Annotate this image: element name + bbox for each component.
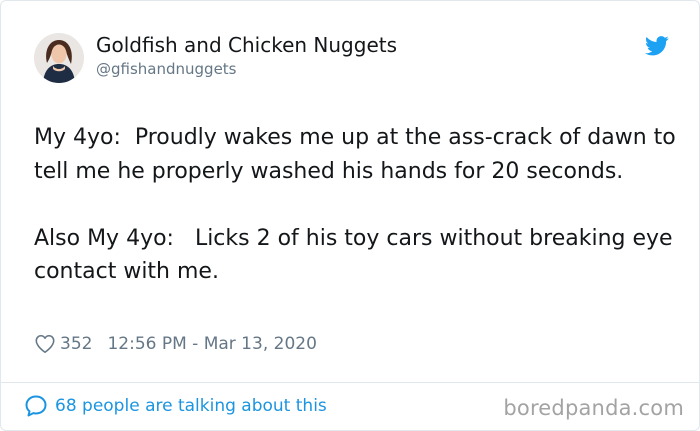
user-handle[interactable]: @gfishandnuggets [96, 60, 237, 78]
twitter-bird-icon[interactable] [645, 36, 669, 56]
heart-icon[interactable] [34, 333, 56, 355]
tweet-paragraph: My 4yo: Proudly wakes me up at the ass-c… [34, 125, 683, 184]
avatar[interactable] [34, 33, 84, 83]
timestamp[interactable]: 12:56 PM - Mar 13, 2020 [107, 334, 316, 354]
watermark: boredpanda.com [503, 396, 684, 420]
tweet-paragraph: Also My 4yo: Licks 2 of his toy cars wit… [34, 225, 680, 285]
conversation-link[interactable]: 68 people are talking about this [24, 394, 327, 418]
speech-bubble-icon [24, 394, 48, 418]
tweet-card: Goldfish and Chicken Nuggets @gfishandnu… [0, 0, 700, 431]
conversation-text[interactable]: 68 people are talking about this [55, 396, 327, 416]
display-name[interactable]: Goldfish and Chicken Nuggets [96, 33, 397, 57]
tweet-body: My 4yo: Proudly wakes me up at the ass-c… [34, 121, 679, 289]
like-count[interactable]: 352 [60, 334, 92, 354]
tweet-meta: 352 12:56 PM - Mar 13, 2020 [34, 331, 317, 357]
divider [1, 382, 699, 383]
tweet-header: Goldfish and Chicken Nuggets @gfishandnu… [34, 31, 674, 89]
